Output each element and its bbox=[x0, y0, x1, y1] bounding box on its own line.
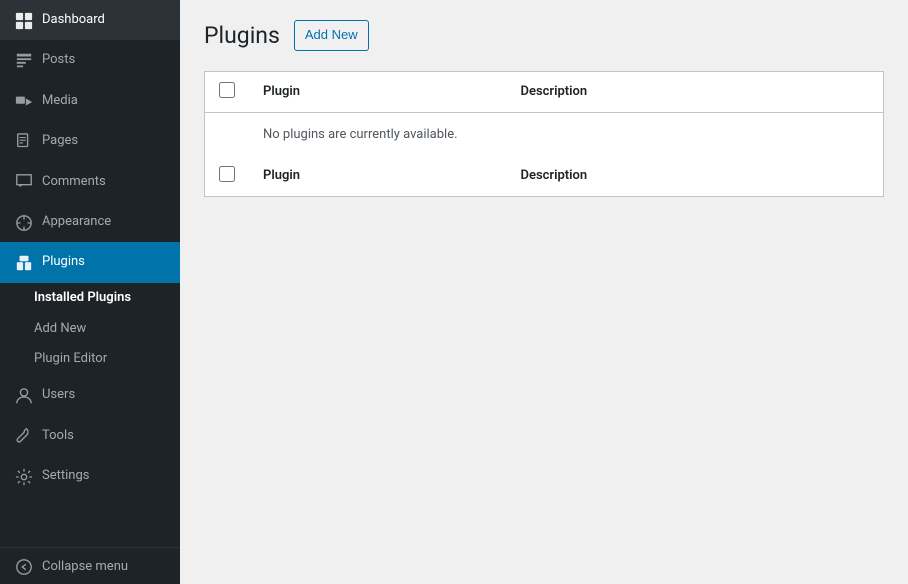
select-all-checkbox[interactable] bbox=[219, 82, 235, 98]
comments-icon bbox=[14, 171, 34, 193]
pages-icon bbox=[14, 130, 34, 152]
table-header-row: Plugin Description bbox=[205, 71, 884, 112]
table-row: No plugins are currently available. bbox=[205, 112, 884, 156]
sidebar-item-label: Appearance bbox=[42, 213, 170, 231]
sidebar-item-label: Media bbox=[42, 92, 170, 110]
users-icon bbox=[14, 384, 34, 406]
sidebar-item-posts[interactable]: Posts bbox=[0, 40, 180, 80]
page-title: Plugins bbox=[204, 22, 280, 49]
plugins-submenu: Installed Plugins Add New Plugin Editor bbox=[0, 283, 180, 375]
footer-checkbox-cell bbox=[205, 156, 250, 197]
plugins-table: Plugin Description No plugins are curren… bbox=[204, 71, 884, 197]
empty-checkbox-cell bbox=[205, 112, 250, 156]
footer-select-all-checkbox[interactable] bbox=[219, 166, 235, 182]
no-plugins-message: No plugins are currently available. bbox=[249, 112, 884, 156]
sidebar: Dashboard Posts Media Pages Comments App… bbox=[0, 0, 180, 584]
submenu-installed-plugins[interactable]: Installed Plugins bbox=[0, 283, 180, 314]
main-content: Plugins Add New Plugin Description No pl… bbox=[180, 0, 908, 584]
posts-icon bbox=[14, 49, 34, 71]
table-footer-row: Plugin Description bbox=[205, 156, 884, 197]
sidebar-item-label: Posts bbox=[42, 51, 170, 69]
media-icon bbox=[14, 90, 34, 112]
add-new-button[interactable]: Add New bbox=[294, 20, 369, 51]
settings-icon bbox=[14, 465, 34, 487]
footer-description-col: Description bbox=[506, 156, 883, 197]
dashboard-icon bbox=[14, 9, 34, 31]
header-description-col: Description bbox=[506, 71, 883, 112]
collapse-menu-label: Collapse menu bbox=[42, 559, 128, 574]
sidebar-item-settings[interactable]: Settings bbox=[0, 456, 180, 496]
collapse-icon bbox=[14, 556, 34, 576]
sidebar-item-plugins[interactable]: Plugins bbox=[0, 242, 180, 282]
page-header: Plugins Add New bbox=[204, 20, 884, 51]
sidebar-item-label: Dashboard bbox=[42, 11, 170, 29]
plugins-icon bbox=[14, 251, 34, 273]
sidebar-item-label: Pages bbox=[42, 132, 170, 150]
sidebar-item-users[interactable]: Users bbox=[0, 375, 180, 415]
header-plugin-col: Plugin bbox=[249, 71, 506, 112]
tools-icon bbox=[14, 425, 34, 447]
appearance-icon bbox=[14, 211, 34, 233]
sidebar-item-tools[interactable]: Tools bbox=[0, 416, 180, 456]
footer-plugin-col: Plugin bbox=[249, 156, 506, 197]
sidebar-item-label: Comments bbox=[42, 173, 170, 191]
sidebar-item-appearance[interactable]: Appearance bbox=[0, 202, 180, 242]
sidebar-item-label: Users bbox=[42, 386, 170, 404]
sidebar-item-pages[interactable]: Pages bbox=[0, 121, 180, 161]
header-checkbox-cell bbox=[205, 71, 250, 112]
sidebar-item-label: Tools bbox=[42, 427, 170, 445]
sidebar-item-label: Plugins bbox=[42, 253, 170, 271]
sidebar-item-label: Settings bbox=[42, 467, 170, 485]
sidebar-item-dashboard[interactable]: Dashboard bbox=[0, 0, 180, 40]
sidebar-item-media[interactable]: Media bbox=[0, 81, 180, 121]
submenu-plugin-editor[interactable]: Plugin Editor bbox=[0, 344, 180, 375]
collapse-menu-button[interactable]: Collapse menu bbox=[0, 547, 180, 584]
submenu-add-new[interactable]: Add New bbox=[0, 314, 180, 345]
sidebar-item-comments[interactable]: Comments bbox=[0, 162, 180, 202]
